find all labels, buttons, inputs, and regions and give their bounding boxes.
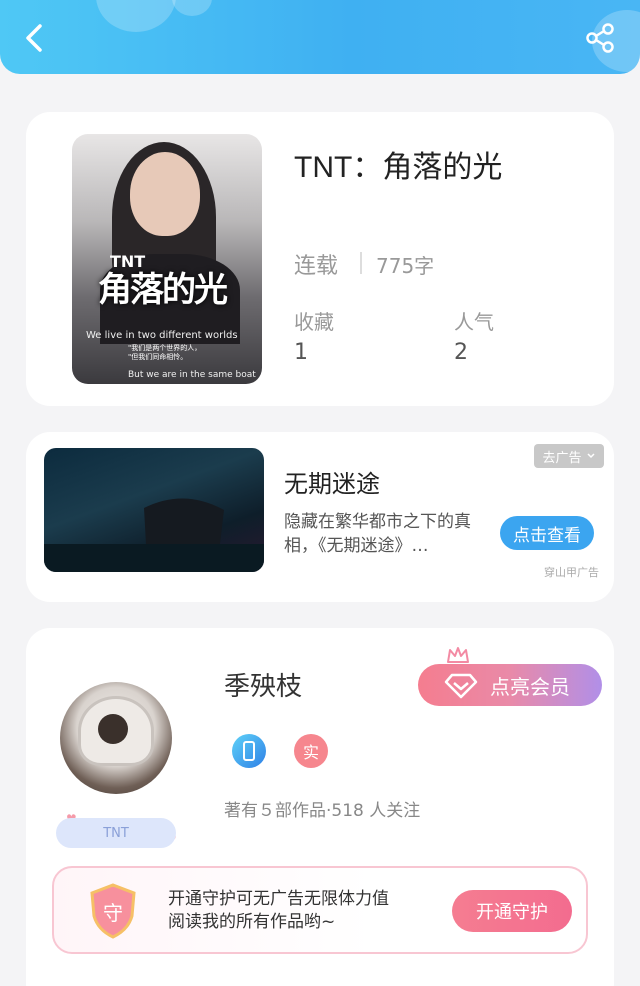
decor-bubble (172, 0, 212, 16)
book-status: 连载 (294, 254, 339, 279)
book-info-card: TNT 角落的光 We live in two different worlds… (26, 112, 614, 406)
cover-text: But we are in the same boat (128, 370, 256, 380)
avatar-art (98, 714, 128, 744)
vip-button-label: 点亮会员 (490, 674, 570, 699)
divider (360, 252, 362, 274)
popularity-label: 人气 (454, 310, 494, 334)
cover-text: We live in two different worlds (86, 330, 238, 341)
guard-banner[interactable]: 守 开通守护可无广告无限体力值 阅读我的所有作品哟~ 开通守护 (52, 866, 588, 954)
share-icon (586, 23, 614, 53)
ad-description: 隐藏在繁华都市之下的真相，《无期迷途》… (284, 512, 471, 556)
decor-bubble (96, 0, 176, 32)
cover-text: "我们是两个世界的人， "但我们同命相怜。 (128, 344, 202, 361)
real-name-badge[interactable]: 实 (294, 734, 328, 768)
diamond-icon (444, 673, 478, 699)
author-stats: 著有５部作品·518 人关注 (224, 801, 421, 821)
ad-title: 无期迷途 (284, 470, 380, 498)
remove-ads-label: 去广告 (542, 450, 582, 466)
phone-verified-badge[interactable] (232, 734, 266, 768)
cover-art (130, 152, 200, 236)
crown-icon (447, 647, 469, 663)
back-button[interactable] (14, 18, 54, 58)
ad-image-art (44, 498, 264, 572)
author-card: 季殃枝 点亮会员 实 著有５部作品·518 人关注 ♥ ♥ TNT 守 开通守护… (26, 628, 614, 986)
open-guard-button[interactable]: 开通守护 (452, 890, 572, 932)
author-name: 季殃枝 (224, 672, 303, 702)
ad-image[interactable] (44, 448, 264, 572)
popularity-count: 2 (454, 340, 468, 365)
word-count: 775字 (376, 254, 435, 278)
phone-icon (243, 741, 255, 761)
favorites-label: 收藏 (294, 310, 334, 334)
book-title: TNT：角落的光 (294, 151, 503, 184)
guard-description: 开通守护可无广告无限体力值 阅读我的所有作品哟~ (168, 888, 389, 934)
svg-text:守: 守 (103, 901, 123, 925)
chevron-down-icon (586, 453, 595, 459)
remove-ads-button[interactable]: 去广告 (534, 444, 604, 468)
guard-line-2: 阅读我的所有作品哟~ (168, 912, 336, 932)
view-ad-button[interactable]: 点击查看 (500, 516, 594, 550)
cover-title: 角落的光 (98, 270, 228, 310)
author-tag[interactable]: TNT (56, 818, 176, 848)
ad-card[interactable]: 无期迷途 隐藏在繁华都市之下的真相，《无期迷途》… 去广告 点击查看 穿山甲广告 (26, 432, 614, 602)
chevron-left-icon (26, 24, 42, 52)
guard-line-1: 开通守护可无广告无限体力值 (168, 889, 389, 909)
share-button[interactable] (580, 18, 620, 58)
vip-button[interactable]: 点亮会员 (418, 664, 602, 706)
avatar[interactable] (60, 682, 172, 794)
ad-source-label: 穿山甲广告 (544, 566, 599, 579)
guard-shield-icon: 守 (90, 883, 136, 939)
top-bar (0, 0, 640, 74)
favorites-count: 1 (294, 340, 308, 365)
book-cover[interactable]: TNT 角落的光 We live in two different worlds… (72, 134, 262, 384)
